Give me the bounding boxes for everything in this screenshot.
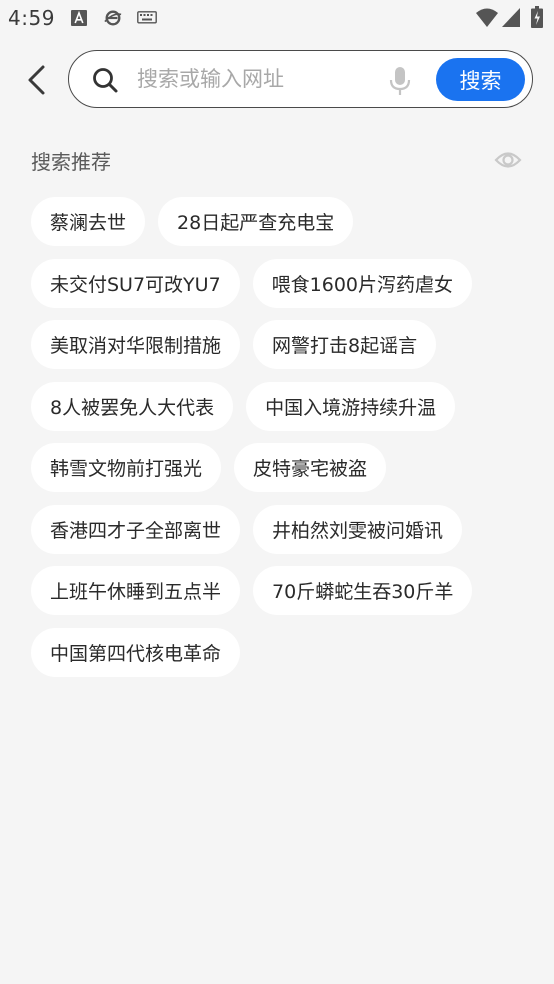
back-button[interactable] bbox=[18, 60, 54, 100]
chip-row: 香港四才子全部离世 井柏然刘雯被问婚讯 bbox=[31, 504, 531, 554]
signal-icon bbox=[502, 8, 520, 27]
chip-row: 蔡澜去世 28日起严查充电宝 bbox=[31, 197, 531, 246]
e-browser-icon bbox=[104, 10, 122, 26]
search-suggestion-chip[interactable]: 香港四才子全部离世 bbox=[31, 504, 241, 554]
keyboard-icon bbox=[137, 11, 157, 24]
search-suggestion-chip[interactable]: 美取消对华限制措施 bbox=[31, 320, 241, 369]
status-bar: 4:59 bbox=[0, 0, 554, 38]
search-suggestion-chip[interactable]: 韩雪文物前打强光 bbox=[31, 443, 222, 492]
search-suggestion-chip[interactable]: 皮特豪宅被盗 bbox=[234, 443, 387, 492]
search-suggestion-chip[interactable]: 8人被罢免人大代表 bbox=[31, 381, 234, 431]
wifi-icon bbox=[476, 8, 498, 27]
chip-row: 未交付SU7可改YU7 喂食1600片泻药虐女 bbox=[31, 258, 531, 308]
chip-row: 中国第四代核电革命 bbox=[31, 627, 531, 677]
search-suggestion-chip[interactable]: 蔡澜去世 bbox=[31, 197, 146, 246]
search-suggestion-chip[interactable]: 喂食1600片泻药虐女 bbox=[252, 258, 473, 308]
battery-icon bbox=[531, 6, 543, 28]
search-icon bbox=[93, 68, 118, 93]
eye-icon[interactable] bbox=[494, 147, 522, 173]
search-box[interactable]: 搜索 bbox=[68, 50, 533, 108]
section-title: 搜索推荐 bbox=[31, 150, 111, 174]
search-input[interactable] bbox=[137, 61, 377, 97]
a-box-icon bbox=[71, 10, 87, 26]
search-suggestion-chip[interactable]: 井柏然刘雯被问婚讯 bbox=[253, 504, 463, 554]
chevron-left-icon bbox=[28, 65, 45, 95]
search-suggestion-chip[interactable]: 上班午休睡到五点半 bbox=[31, 566, 241, 615]
chip-row: 韩雪文物前打强光 皮特豪宅被盗 bbox=[31, 443, 531, 492]
search-button[interactable]: 搜索 bbox=[436, 58, 525, 101]
chip-row: 美取消对华限制措施 网警打击8起谣言 bbox=[31, 320, 531, 369]
search-suggestion-chip[interactable]: 中国入境游持续升温 bbox=[246, 381, 456, 431]
search-suggestion-chip[interactable]: 70斤蟒蛇生吞30斤羊 bbox=[253, 566, 473, 615]
search-suggestion-chip[interactable]: 未交付SU7可改YU7 bbox=[31, 258, 240, 308]
microphone-icon[interactable] bbox=[387, 66, 413, 96]
search-suggestion-chip[interactable]: 网警打击8起谣言 bbox=[253, 320, 437, 369]
status-time: 4:59 bbox=[8, 6, 55, 30]
search-suggestion-chip[interactable]: 中国第四代核电革命 bbox=[31, 627, 241, 677]
recommendation-chips: 蔡澜去世 28日起严查充电宝 未交付SU7可改YU7 喂食1600片泻药虐女 美取消对华… bbox=[31, 197, 531, 689]
chip-row: 上班午休睡到五点半 70斤蟒蛇生吞30斤羊 bbox=[31, 566, 531, 615]
search-suggestion-chip[interactable]: 28日起严查充电宝 bbox=[158, 197, 354, 246]
chip-row: 8人被罢免人大代表 中国入境游持续升温 bbox=[31, 381, 531, 431]
